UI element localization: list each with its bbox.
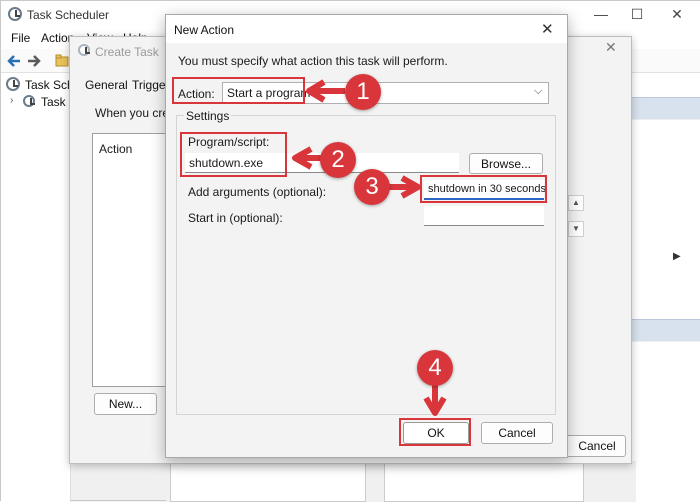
callout-badge-3: 3 [354,169,390,205]
callout-arrow-1 [306,79,345,103]
callout-badge-4: 4 [417,350,453,386]
callout-badge-2: 2 [320,142,356,178]
callout-arrows [292,79,447,416]
callout-arrow-4 [423,384,447,416]
callout-badge-1: 1 [345,74,381,110]
